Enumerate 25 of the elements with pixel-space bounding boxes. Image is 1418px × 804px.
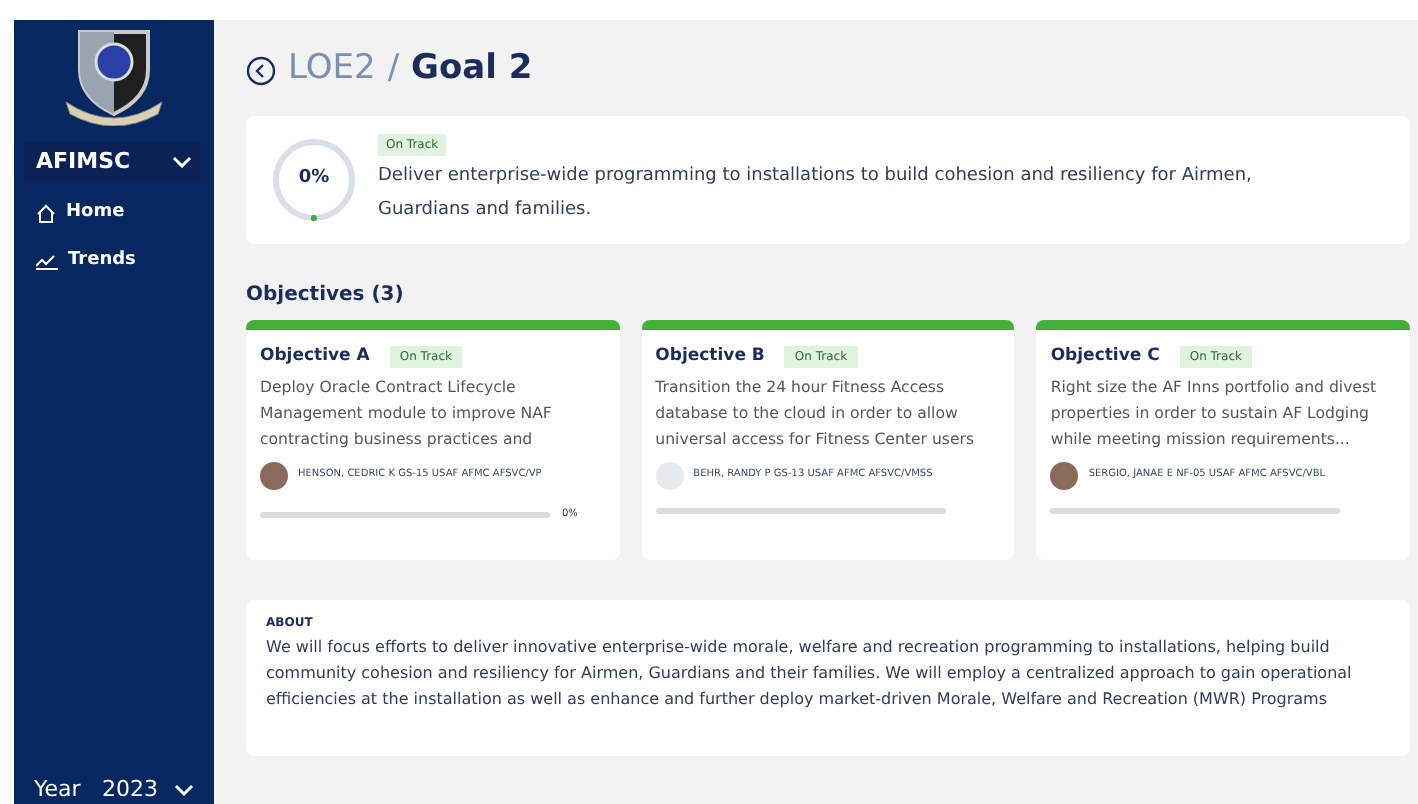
back-icon[interactable] (246, 55, 276, 85)
breadcrumb-separator: / (387, 46, 400, 93)
year-value: 2023 (102, 773, 158, 804)
trend-line-icon (36, 254, 58, 270)
avatar (260, 461, 288, 490)
nav-link[interactable]: Home (14, 190, 214, 238)
organization-dropdown[interactable]: AFIMSC (24, 142, 204, 182)
about-text: We will focus efforts to deliver innovative enterprise-wide morale, welfare and recreation programming to installations, helping build community cohesion and resiliency for Airmen, Guardians and their families. We will employ a centralized approach to gain operational efficiencies at the installation as well as enhance and further deploy market-driven Morale, Welfare and Recreation (MWR) Programs (266, 636, 1354, 712)
progress-percent: 0% (296, 166, 332, 193)
shield-emblem-icon (60, 26, 168, 126)
chevron-down-icon (174, 784, 194, 796)
goal-description: Deliver enterprise-wide programming to installations to build cohesion and resiliency for Airmen, Guardians and families. (378, 163, 1254, 223)
avatar (1050, 461, 1079, 490)
avatar (655, 461, 684, 490)
objective-title: Objective B (655, 344, 765, 370)
objectives-heading: Objectives (3) (246, 282, 406, 308)
chevron-down-icon (172, 156, 192, 168)
organization-name: AFIMSC (36, 145, 131, 178)
year-label: Year (34, 773, 81, 804)
objective-title: Objective A (260, 344, 370, 370)
page-title: Goal 2 (411, 46, 533, 93)
nav-link[interactable]: Trends (14, 238, 214, 286)
year-dropdown[interactable]: Year 2023 (14, 776, 214, 804)
objective-title: Objective C (1050, 344, 1160, 370)
home-icon (36, 204, 56, 224)
